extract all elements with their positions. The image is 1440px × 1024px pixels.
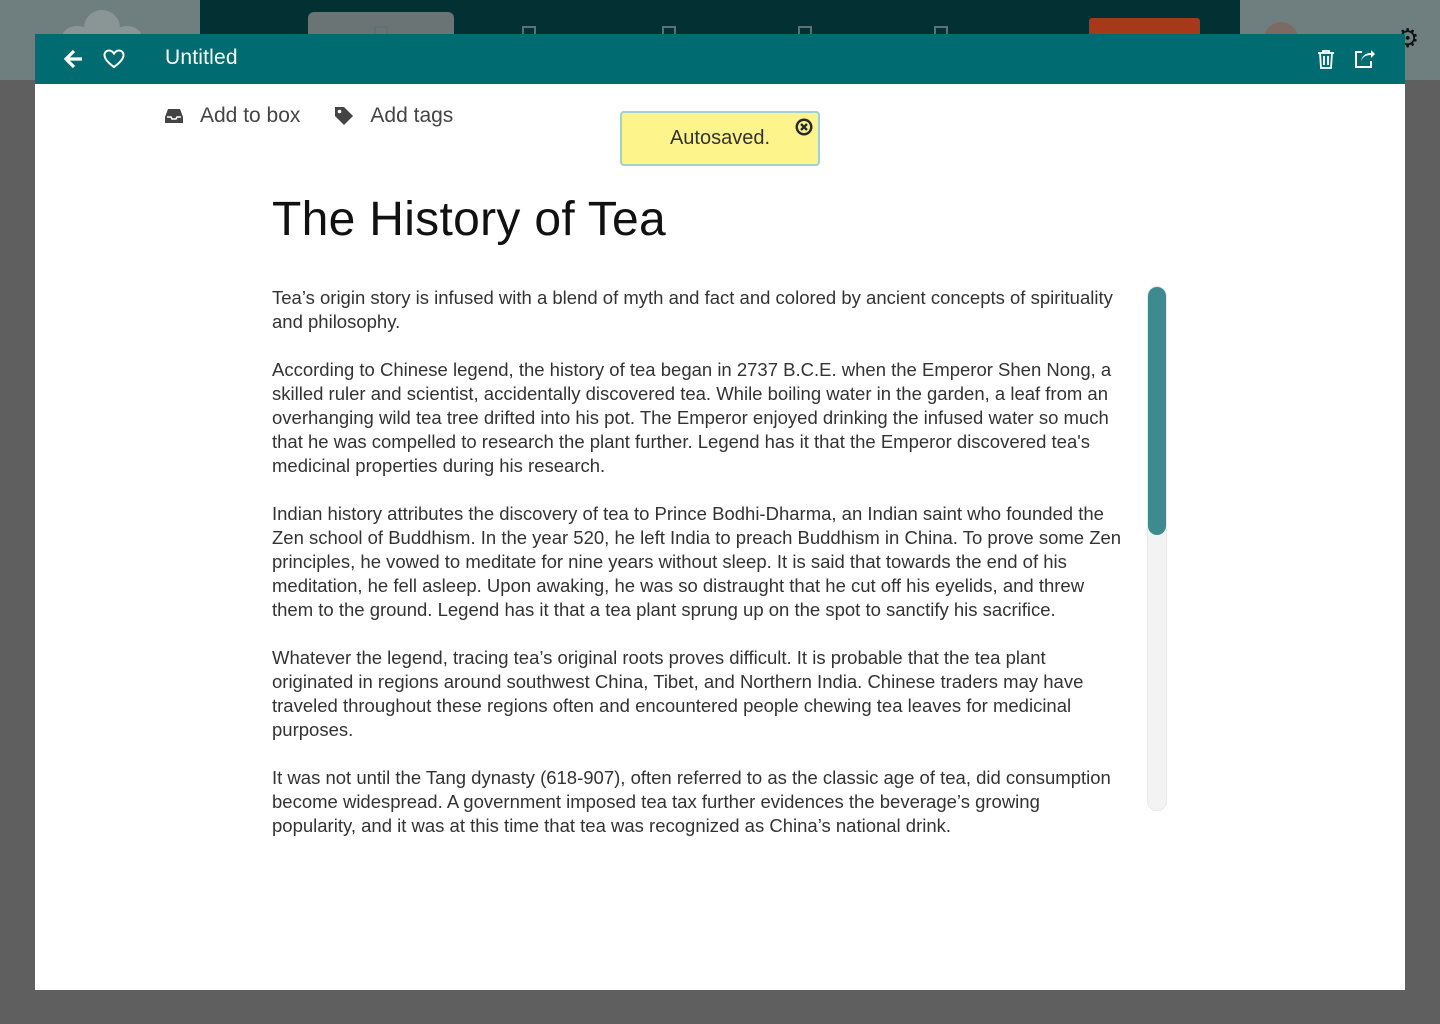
add-tags-label: Add tags — [370, 104, 454, 127]
scrollbar-track[interactable] — [1147, 286, 1167, 811]
tag-icon — [335, 107, 354, 125]
autosave-toast: Autosaved. — [620, 111, 820, 166]
document-body[interactable]: Tea’s origin story is infused with a ble… — [272, 286, 1122, 862]
paragraph: Indian history attributes the discovery … — [272, 503, 1122, 620]
share-icon — [1355, 50, 1375, 68]
toast-message: Autosaved. — [669, 127, 771, 149]
document-title[interactable]: The History of Tea — [272, 192, 666, 247]
note-editor-modal: Untitled Add to box Add tags Autosaved. … — [35, 34, 1405, 990]
scrollbar-thumb[interactable] — [1148, 287, 1166, 535]
favorite-button[interactable] — [102, 47, 126, 71]
note-title[interactable]: Untitled — [165, 46, 238, 70]
paragraph: According to Chinese legend, the history… — [272, 359, 1112, 476]
inbox-icon — [165, 109, 183, 123]
add-to-box-button[interactable]: Add to box — [164, 104, 300, 128]
delete-button[interactable] — [1314, 47, 1338, 71]
paragraph: Whatever the legend, tracing tea’s origi… — [272, 647, 1084, 740]
heart-icon — [103, 49, 125, 69]
share-button[interactable] — [1353, 47, 1377, 71]
paragraph: It was not until the Tang dynasty (618-9… — [272, 767, 1111, 836]
add-tags-button[interactable]: Add tags — [334, 104, 453, 128]
arrow-left-icon — [64, 49, 82, 69]
back-button[interactable] — [62, 47, 86, 71]
add-to-box-label: Add to box — [200, 104, 301, 127]
trash-icon — [1318, 50, 1334, 69]
modal-header: Untitled — [35, 34, 1405, 84]
note-meta-actions: Add to box Add tags — [164, 104, 487, 128]
paragraph: Tea’s origin story is infused with a ble… — [272, 287, 1113, 332]
close-icon[interactable] — [794, 117, 814, 137]
